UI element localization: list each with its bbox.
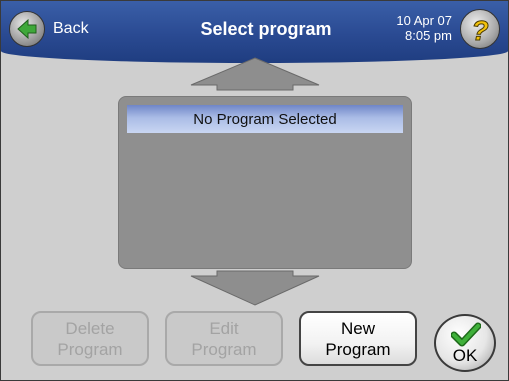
back-arrow-icon	[9, 11, 45, 47]
new-program-button[interactable]: New Program	[299, 311, 417, 366]
program-list: No Program Selected	[118, 96, 412, 269]
list-item-label: No Program Selected	[193, 110, 337, 128]
ok-button[interactable]: OK	[434, 314, 496, 372]
checkmark-icon	[451, 322, 481, 347]
question-mark-icon: ?	[471, 15, 489, 45]
scroll-down-arrow-icon[interactable]	[189, 270, 321, 306]
list-item-no-program[interactable]: No Program Selected	[127, 105, 403, 133]
page-title: Select program	[200, 19, 332, 39]
edit-program-button[interactable]: Edit Program	[165, 311, 283, 366]
scroll-up-arrow-icon[interactable]	[189, 57, 321, 91]
time-text: 8:05 pm	[405, 28, 452, 43]
date-time: 10 Apr 07 8:05 pm	[396, 13, 452, 43]
date-text: 10 Apr 07	[396, 13, 452, 28]
svg-text:?: ?	[471, 15, 488, 44]
ok-label: OK	[452, 346, 478, 365]
back-label: Back	[53, 20, 89, 37]
help-button[interactable]: ?	[460, 9, 500, 49]
screen: Back Select program 10 Apr 07 8:05 pm ? …	[0, 0, 509, 381]
back-button[interactable]: Back	[9, 11, 109, 47]
delete-program-button[interactable]: Delete Program	[31, 311, 149, 366]
header-bar: Back Select program 10 Apr 07 8:05 pm ?	[1, 1, 508, 63]
